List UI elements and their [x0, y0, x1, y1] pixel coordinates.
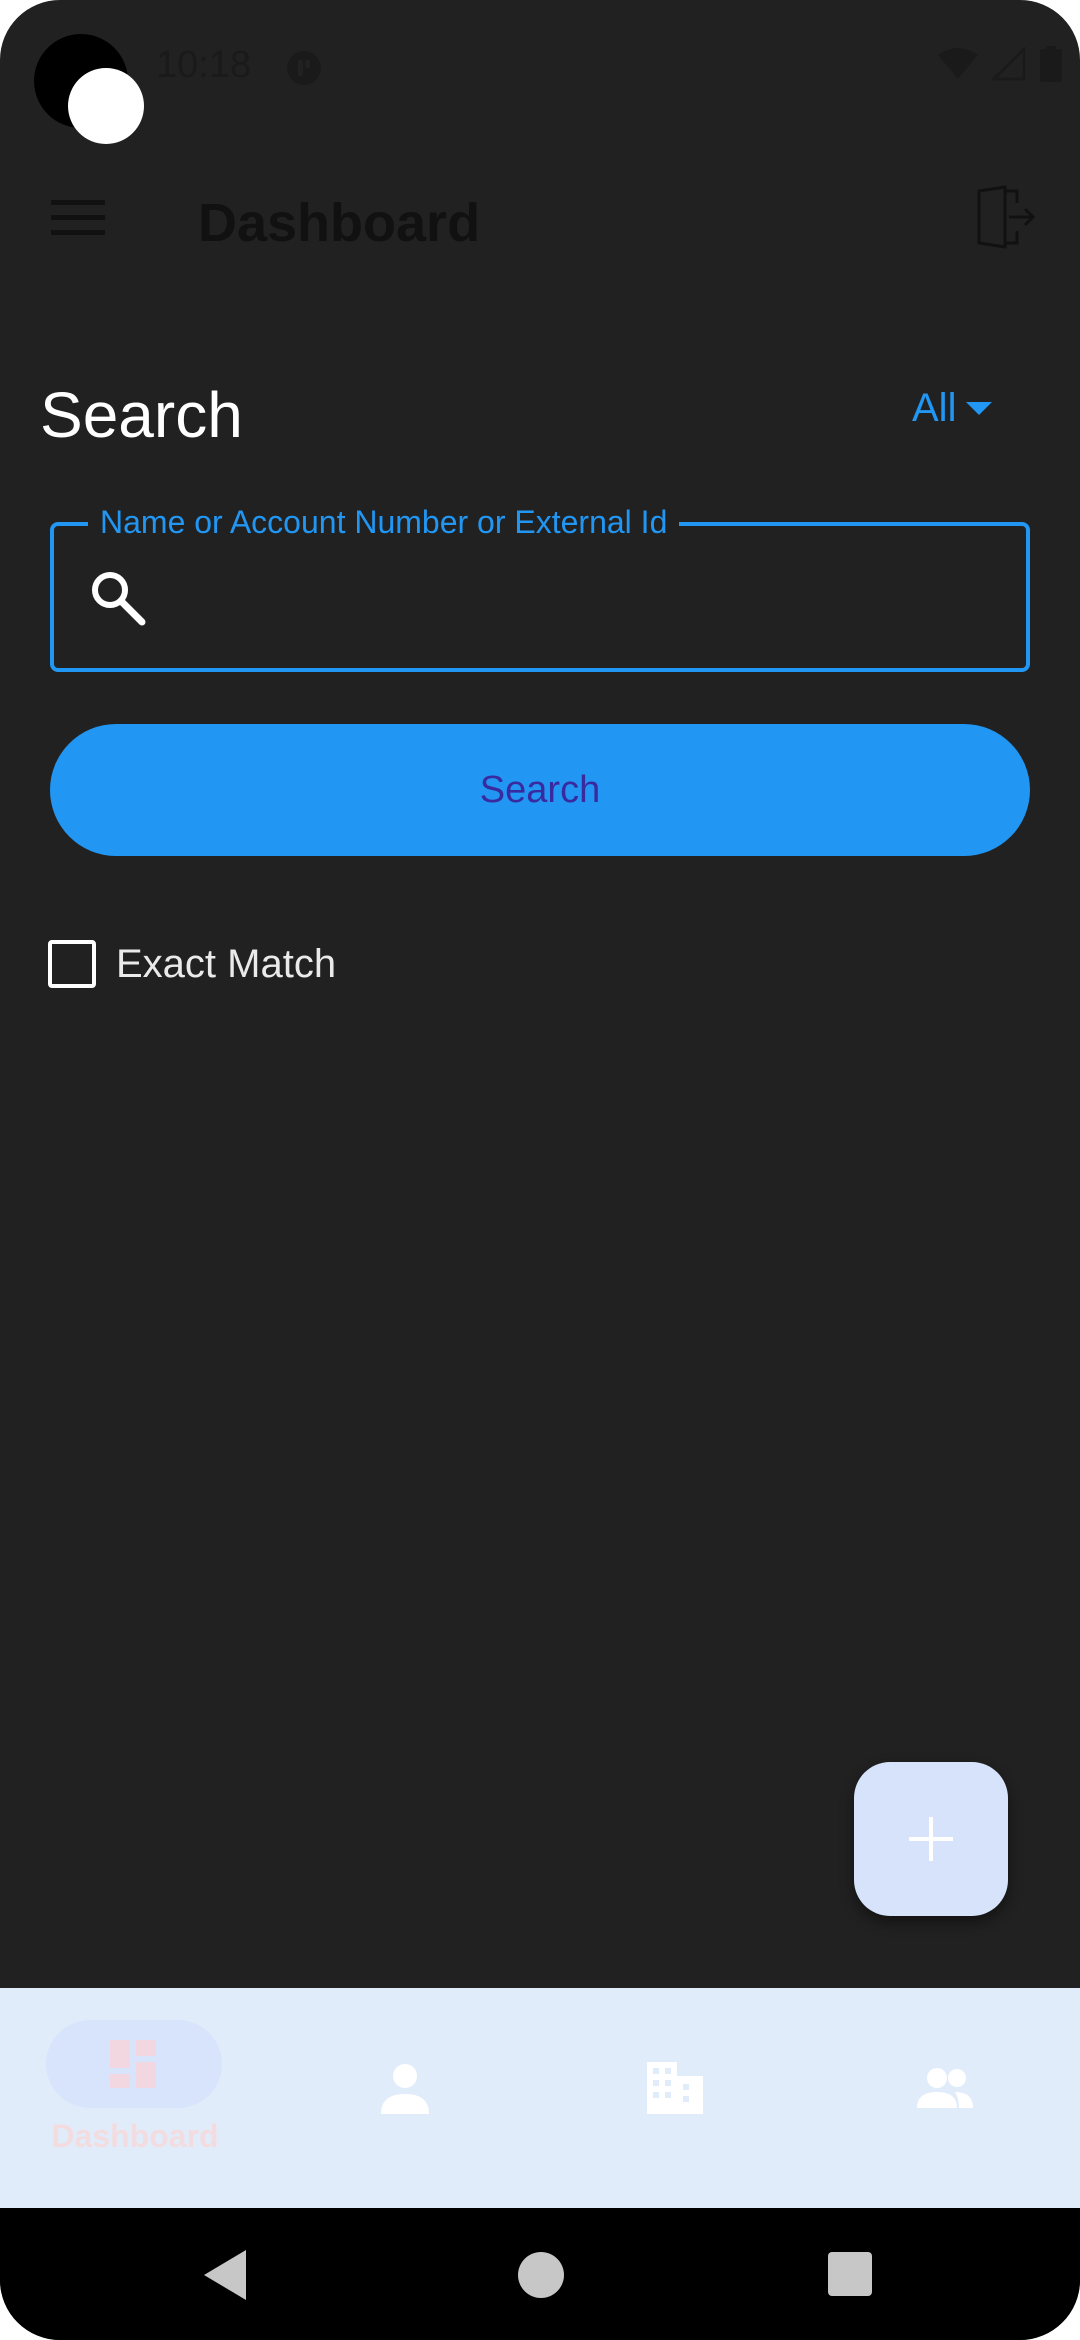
nav-item-person[interactable] — [270, 1988, 540, 2208]
search-field-label: Name or Account Number or External Id — [88, 500, 680, 544]
search-icon — [92, 572, 146, 626]
wifi-icon — [938, 48, 978, 79]
search-field[interactable]: Name or Account Number or External Id — [50, 500, 1030, 672]
group-icon — [917, 2068, 973, 2108]
plus-icon — [909, 1817, 953, 1861]
exact-match-label: Exact Match — [116, 941, 337, 986]
camera-cutout — [34, 34, 144, 144]
exact-match-row[interactable]: Exact Match — [48, 940, 336, 988]
dashboard-icon — [110, 2040, 156, 2088]
nav-item-company[interactable] — [540, 1988, 810, 2208]
status-bar: 10:18 — [0, 0, 1080, 144]
recents-icon[interactable] — [828, 2252, 872, 2296]
filter-dropdown-value: All — [912, 386, 957, 430]
logout-icon — [977, 185, 1035, 249]
nav-item-group[interactable] — [810, 1988, 1080, 2208]
nav-active-indicator — [46, 2020, 222, 2108]
status-icons — [938, 46, 1062, 82]
exact-match-checkbox[interactable] — [48, 940, 96, 988]
filter-dropdown[interactable]: All — [912, 386, 993, 431]
app-bar: Dashboard — [0, 150, 1080, 300]
bottom-navigation: Dashboard — [0, 1988, 1080, 2208]
search-heading: Search — [40, 379, 243, 451]
search-input[interactable] — [174, 556, 1004, 642]
notification-app-icon — [287, 51, 321, 85]
back-icon[interactable] — [200, 2248, 250, 2302]
add-fab-button[interactable] — [854, 1762, 1008, 1916]
caret-down-icon — [966, 401, 993, 415]
cell-signal-icon — [992, 47, 1026, 81]
nav-item-dashboard[interactable]: Dashboard — [0, 1988, 270, 2208]
person-icon — [381, 2064, 429, 2114]
phone-screen: 10:18 Dashboard Search All Name or Accou… — [0, 0, 1080, 2340]
camera-lens — [68, 68, 144, 144]
menu-icon — [51, 200, 105, 235]
logout-button[interactable] — [960, 172, 1050, 262]
battery-icon — [1040, 46, 1062, 82]
status-time: 10:18 — [156, 44, 252, 86]
business-icon — [647, 2062, 703, 2114]
home-icon[interactable] — [518, 2252, 564, 2298]
nav-item-dashboard-label: Dashboard — [51, 2118, 219, 2154]
menu-button[interactable] — [38, 178, 118, 258]
system-navigation-bar — [0, 2208, 1080, 2340]
search-button[interactable]: Search — [50, 724, 1030, 856]
page-title: Dashboard — [198, 193, 481, 253]
